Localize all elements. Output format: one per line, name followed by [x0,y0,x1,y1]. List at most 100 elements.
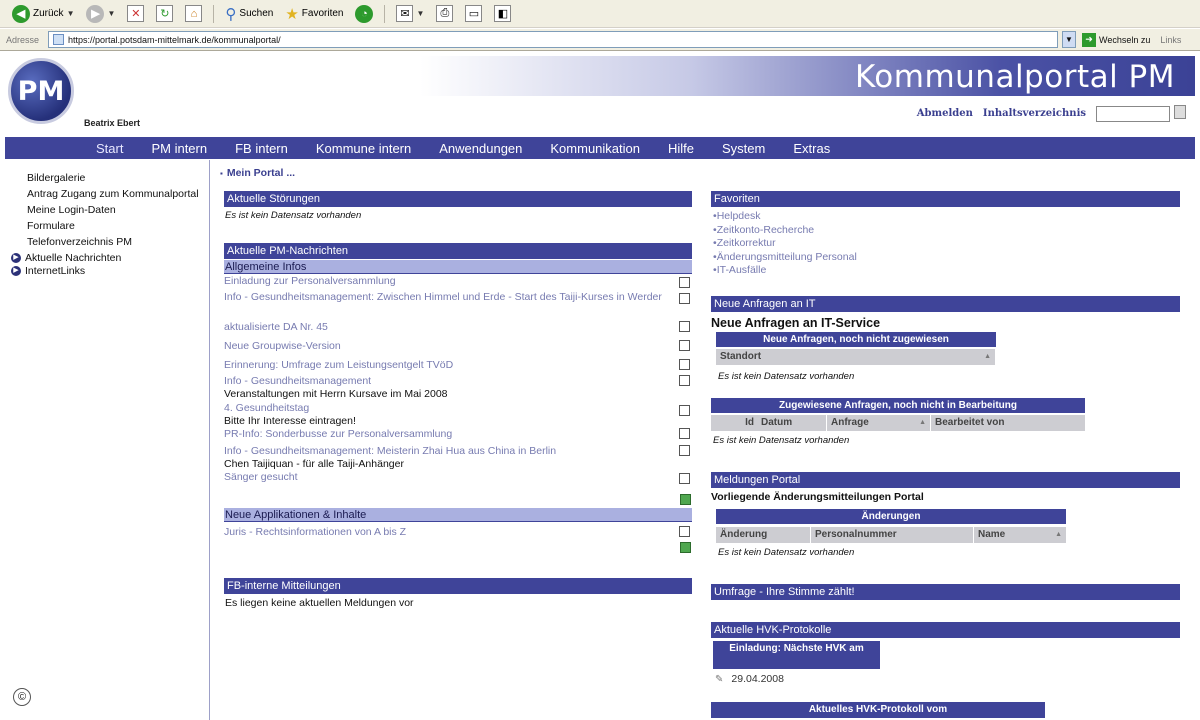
news-checkbox[interactable] [679,445,690,456]
news-item[interactable]: Erinnerung: Umfrage zum Leistungsentgelt… [224,359,692,375]
nav-anwendungen[interactable]: Anwendungen [439,141,522,156]
news-link[interactable]: aktualisierte DA Nr. 45 [224,321,328,333]
search-button[interactable]: ⚲ Suchen [221,3,277,25]
news-link[interactable]: 4. Gesundheitstag [224,402,662,415]
copyright-icon: © [13,688,31,706]
news-checkbox[interactable] [679,340,690,351]
news-checkbox[interactable] [679,375,690,386]
news-item[interactable]: PR-Info: Sonderbusse zur Personalversamm… [224,428,692,445]
sidebar-item-telefonverzeichnis[interactable]: Telefonverzeichnis PM [5,236,209,248]
app-checkbox[interactable] [679,526,690,537]
hvk-date-row[interactable]: ✎ 29.04.2008 [715,673,784,685]
nav-system[interactable]: System [722,141,765,156]
app-link[interactable]: Juris - Rechtsinformationen von A bis Z [224,526,406,538]
favorite-link[interactable]: •IT-Ausfälle [713,264,857,278]
news-checkbox[interactable] [679,277,690,288]
index-link[interactable]: Inhaltsverzeichnis [983,108,1086,119]
address-dropdown-button[interactable]: ▼ [1062,31,1076,48]
news-link[interactable]: Sänger gesucht [224,471,298,483]
back-arrow-icon: ◀ [12,4,30,23]
sidebar-item-internetlinks[interactable]: ▶ InternetLinks [5,265,209,277]
sidebar-item-login-daten[interactable]: Meine Login-Daten [5,204,209,216]
umfrage-header[interactable]: Umfrage - Ihre Stimme zählt! [711,584,1180,600]
news-item[interactable]: Info - Gesundheitsmanagement: Zwischen H… [224,291,692,321]
news-item[interactable]: aktualisierte DA Nr. 45 [224,321,692,340]
news-item[interactable]: 4. Gesundheitstag Bitte Ihr Interesse ein… [224,402,692,428]
favorite-link[interactable]: •Zeitkorrektur [713,237,857,251]
app-item[interactable]: Juris - Rechtsinformationen von A bis Z [224,526,692,540]
news-link[interactable]: Einladung zur Personalversammlung [224,275,396,287]
search-icon: ⚲ [225,5,237,23]
news-link[interactable]: PR-Info: Sonderbusse zur Personalversamm… [224,428,452,440]
portal-search-input[interactable] [1096,106,1170,122]
news-checkbox[interactable] [679,359,690,370]
print-button[interactable]: ⎙ [432,3,457,25]
news-checkbox[interactable] [679,321,690,332]
home-button[interactable]: ⌂ [181,3,206,25]
forward-button[interactable]: ▶ ▼ [82,3,119,25]
news-checkbox[interactable] [679,293,690,304]
column-header-anfrage[interactable]: Anfrage ▲ [827,415,931,431]
news-item[interactable]: Einladung zur Personalversammlung [224,275,692,291]
news-subline: Veranstaltungen mit Herrn Kursave im Mai… [224,387,448,400]
toolbar-separator [213,4,215,23]
news-item[interactable]: Neue Groupwise-Version [224,340,692,359]
favorites-button[interactable]: ★ Favoriten [281,3,347,25]
back-button[interactable]: ◀ Zurück ▼ [8,3,78,25]
sidebar-item-nachrichten[interactable]: ▶ Aktuelle Nachrichten [5,252,209,264]
news-item[interactable]: Info - Gesundheitsmanagement: Meisterin … [224,445,692,471]
nav-kommunikation[interactable]: Kommunikation [550,141,640,156]
edit-button[interactable]: ▭ [461,3,486,25]
news-checkbox[interactable] [679,428,690,439]
refresh-button[interactable]: ↻ [152,3,177,25]
links-toolbar[interactable]: Links [1160,35,1181,45]
logout-link[interactable]: Abmelden [917,108,973,119]
column-header-id[interactable]: Id [711,415,757,431]
news-link[interactable]: Info - Gesundheitsmanagement [224,375,662,388]
news-item[interactable]: Sänger gesucht [224,471,692,485]
news-link[interactable]: Info - Gesundheitsmanagement: Zwischen H… [224,291,662,303]
sidebar-item-formulare[interactable]: Formulare [5,220,209,232]
mail-button[interactable]: ✉ ▼ [392,3,428,25]
favorite-link[interactable]: •Helpdesk [713,210,857,224]
pm-logo[interactable]: PM [8,58,74,124]
nav-kommune-intern[interactable]: Kommune intern [316,141,411,156]
sidebar-item-bildergalerie[interactable]: Bildergalerie [5,172,209,184]
column-header-standort[interactable]: Standort ▲ [716,349,996,365]
column-header-datum[interactable]: Datum [757,415,827,431]
go-button[interactable]: ➜ Wechseln zu [1082,32,1150,47]
news-link[interactable]: Info - Gesundheitsmanagement: Meisterin … [224,445,662,458]
nav-pm-intern[interactable]: PM intern [151,141,207,156]
column-header-name[interactable]: Name ▲ [974,527,1066,543]
portal-search-button[interactable] [1174,105,1186,119]
add-item-icon[interactable] [680,494,691,505]
column-header-aenderung[interactable]: Änderung [716,527,811,543]
nav-extras[interactable]: Extras [793,141,830,156]
history-button[interactable]: ◔ [351,3,377,25]
news-item[interactable]: Info - Gesundheitsmanagement Veranstaltun… [224,375,692,402]
sort-icon: ▲ [984,353,991,360]
meldungen-header: Meldungen Portal [711,472,1180,488]
user-name: Beatrix Ebert [84,118,141,128]
news-checkbox[interactable] [679,473,690,484]
column-header-bearbeitet[interactable]: Bearbeitet von [931,415,1085,431]
column-header-personalnummer[interactable]: Personalnummer [811,527,974,543]
url-input[interactable]: https://portal.potsdam-mittelmark.de/kom… [48,31,1058,48]
news-checkbox[interactable] [679,405,690,416]
favorite-link[interactable]: •Zeitkonto-Recherche [713,224,857,238]
news-link[interactable]: Neue Groupwise-Version [224,340,341,352]
hvk-invitation[interactable]: Einladung: Nächste HVK am [713,641,880,669]
nav-fb-intern[interactable]: FB intern [235,141,288,156]
breadcrumb[interactable]: ▪ Mein Portal ... [220,167,295,179]
favorite-link[interactable]: •Änderungsmitteilung Personal [713,251,857,265]
add-item-icon[interactable] [680,542,691,553]
news-link[interactable]: Erinnerung: Umfrage zum Leistungsentgelt… [224,359,453,371]
portal-header: PM Beatrix Ebert Kommunalportal PM Abmel… [0,52,1200,136]
nav-start[interactable]: Start [96,141,123,156]
bullet-icon: ▪ [220,169,223,178]
address-bar: Adresse https://portal.potsdam-mittelmar… [0,29,1200,51]
nav-hilfe[interactable]: Hilfe [668,141,694,156]
discuss-button[interactable]: ◧ [490,3,515,25]
sidebar-item-antrag[interactable]: Antrag Zugang zum Kommunalportal [5,188,209,200]
stop-button[interactable]: ✕ [123,3,148,25]
